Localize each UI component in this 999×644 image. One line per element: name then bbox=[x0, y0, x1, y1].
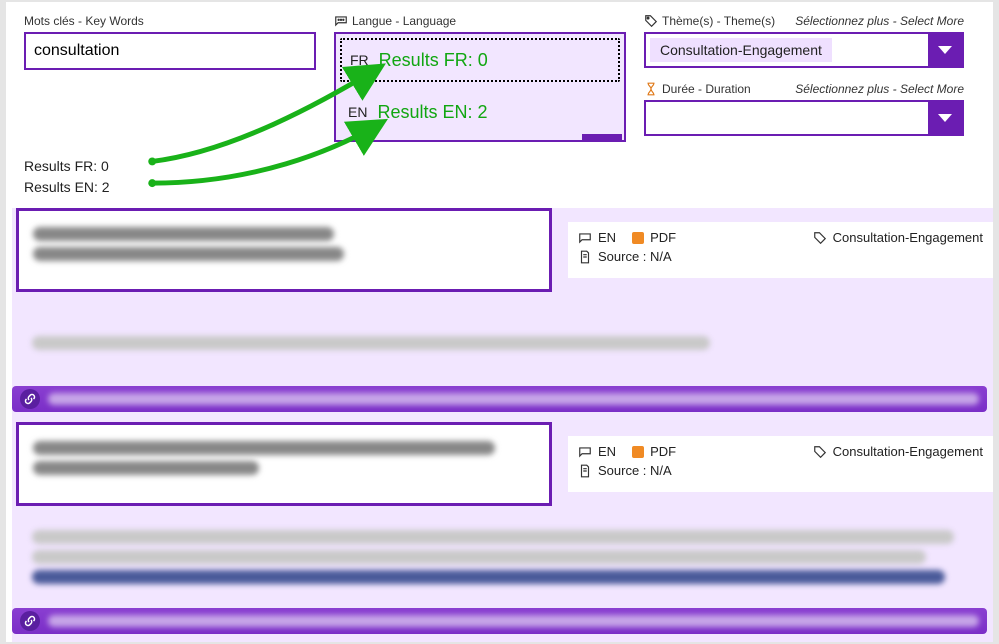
language-label: Langue - Language bbox=[334, 14, 626, 28]
result-title-box[interactable] bbox=[16, 422, 552, 506]
fr-results-inline: Results FR: 0 bbox=[379, 50, 488, 71]
results-en-text: Results EN: 2 bbox=[24, 177, 110, 198]
en-tag: EN bbox=[348, 104, 367, 120]
language-option-fr[interactable]: FR Results FR: 0 bbox=[340, 38, 620, 82]
chevron-down-icon bbox=[938, 46, 952, 54]
language-option-en[interactable]: EN Results EN: 2 bbox=[340, 92, 620, 132]
result-lang: EN bbox=[598, 444, 616, 459]
pdf-icon bbox=[632, 232, 644, 244]
result-description bbox=[32, 530, 973, 590]
hourglass-icon bbox=[644, 82, 658, 96]
link-icon bbox=[20, 611, 40, 631]
result-description bbox=[32, 336, 973, 356]
keywords-input[interactable] bbox=[34, 42, 306, 60]
themes-select-more[interactable]: Sélectionnez plus - Select More bbox=[795, 14, 964, 28]
keywords-label: Mots clés - Key Words bbox=[24, 14, 316, 28]
result-link-bar[interactable] bbox=[12, 608, 987, 634]
duration-dropdown[interactable] bbox=[644, 100, 964, 136]
result-theme: Consultation-Engagement bbox=[833, 444, 983, 459]
themes-dropdown-button[interactable] bbox=[928, 34, 962, 66]
result-source: Source : N/A bbox=[598, 463, 672, 478]
link-icon bbox=[20, 389, 40, 409]
result-format: PDF bbox=[650, 230, 676, 245]
chat-icon bbox=[334, 14, 348, 28]
duration-label: Durée - Duration bbox=[662, 82, 751, 96]
result-theme: Consultation-Engagement bbox=[833, 230, 983, 245]
themes-label: Thème(s) - Theme(s) bbox=[662, 14, 775, 28]
document-icon bbox=[578, 464, 592, 478]
fr-tag: FR bbox=[350, 52, 369, 68]
result-link-bar[interactable] bbox=[12, 386, 987, 412]
results-fr-text: Results FR: 0 bbox=[24, 156, 110, 177]
en-results-inline: Results EN: 2 bbox=[377, 102, 487, 123]
result-meta: EN PDF Consultation-Engagement Source : … bbox=[568, 222, 993, 278]
tag-icon bbox=[813, 231, 827, 245]
themes-dropdown[interactable]: Consultation-Engagement bbox=[644, 32, 964, 68]
tag-icon bbox=[813, 445, 827, 459]
chevron-down-icon bbox=[938, 114, 952, 122]
tag-icon bbox=[644, 14, 658, 28]
result-meta: EN PDF Consultation-Engagement Source : … bbox=[568, 436, 993, 492]
document-icon bbox=[578, 250, 592, 264]
results-summary: Results FR: 0 Results EN: 2 bbox=[24, 156, 110, 198]
pdf-icon bbox=[632, 446, 644, 458]
result-title-box[interactable] bbox=[16, 208, 552, 292]
theme-chip[interactable]: Consultation-Engagement bbox=[650, 38, 832, 62]
chat-icon bbox=[578, 231, 592, 245]
duration-dropdown-button[interactable] bbox=[928, 102, 962, 134]
language-scrollbar[interactable] bbox=[582, 134, 622, 140]
result-lang: EN bbox=[598, 230, 616, 245]
keywords-input-wrap[interactable] bbox=[24, 32, 316, 70]
result-source: Source : N/A bbox=[598, 249, 672, 264]
duration-select-more[interactable]: Sélectionnez plus - Select More bbox=[795, 82, 964, 96]
result-format: PDF bbox=[650, 444, 676, 459]
language-box[interactable]: FR Results FR: 0 EN Results EN: 2 bbox=[334, 32, 626, 142]
chat-icon bbox=[578, 445, 592, 459]
